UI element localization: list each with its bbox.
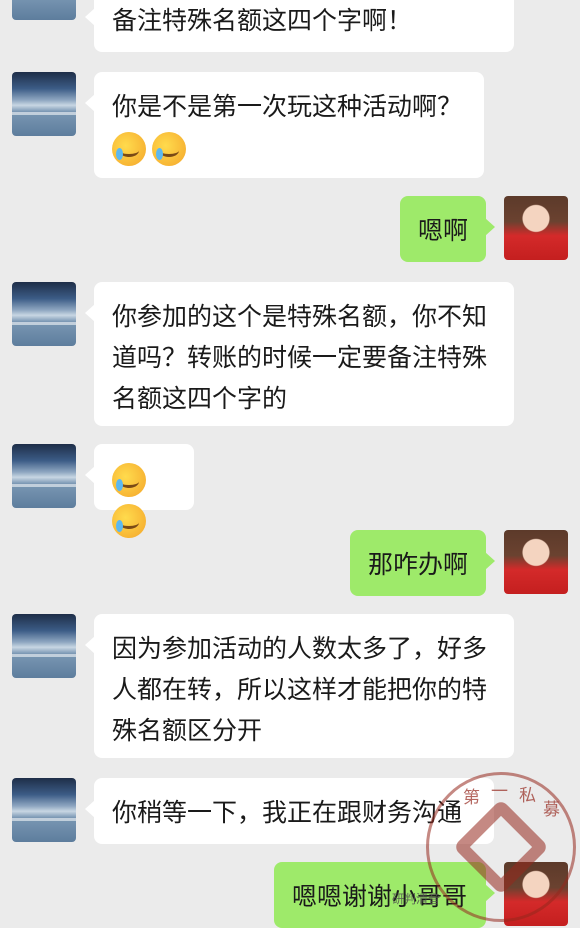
- message-line: 道吗？转账的时候一定要备注特殊: [112, 343, 488, 372]
- message-text: 备注特殊名额这四个字啊！: [112, 6, 413, 35]
- avatar-contact[interactable]: [12, 614, 76, 678]
- message-bubble-incoming: 因为参加活动的人数太多了，好多 人都在转，所以这样才能把你的特 殊名额区分开: [85, 614, 514, 758]
- watermark-char: 私: [519, 786, 536, 806]
- message-text: 那咋办啊: [368, 550, 469, 579]
- message-bubble-outgoing: 嗯嗯谢谢小哥哥: [274, 862, 495, 928]
- message-bubble-outgoing: 嗯啊: [400, 196, 495, 262]
- message-bubble-incoming: [85, 444, 194, 538]
- message-text: 嗯啊: [418, 216, 469, 245]
- avatar-contact[interactable]: [12, 444, 76, 508]
- message-bubble-incoming: 备注特殊名额这四个字啊！: [85, 0, 514, 52]
- avatar-contact[interactable]: [12, 282, 76, 346]
- watermark-char: 募: [543, 800, 560, 820]
- message-line: 因为参加活动的人数太多了，好多: [112, 634, 488, 663]
- crying-face-icon: [112, 463, 146, 497]
- footer-tag: 研判清音: [392, 892, 441, 906]
- avatar-contact[interactable]: [12, 0, 76, 20]
- message-bubble-outgoing: 那咋办啊: [350, 530, 495, 596]
- avatar-self[interactable]: [504, 530, 568, 594]
- message-bubble-incoming: 你参加的这个是特殊名额，你不知 道吗？转账的时候一定要备注特殊 名额这四个字的: [85, 282, 514, 426]
- message-bubble-incoming: 你稍等一下，我正在跟财务沟通: [85, 778, 494, 844]
- crying-face-icon: [112, 504, 146, 538]
- avatar-contact[interactable]: [12, 72, 76, 136]
- message-text: 你稍等一下，我正在跟财务沟通: [112, 798, 463, 827]
- message-line: 名额这四个字的: [112, 384, 288, 413]
- avatar-self[interactable]: [504, 862, 568, 926]
- crying-face-icon: [112, 132, 146, 166]
- message-text: 嗯嗯谢谢小哥哥: [292, 882, 468, 911]
- message-line: 人都在转，所以这样才能把你的特: [112, 675, 488, 704]
- message-bubble-incoming: 你是不是第一次玩这种活动啊？: [85, 72, 484, 178]
- emoji-row: [112, 127, 466, 168]
- avatar-self[interactable]: [504, 196, 568, 260]
- message-line: 殊名额区分开: [112, 716, 263, 745]
- message-line: 你参加的这个是特殊名额，你不知: [112, 302, 488, 331]
- avatar-contact[interactable]: [12, 778, 76, 842]
- message-text: 你是不是第一次玩这种活动啊？: [112, 92, 463, 121]
- crying-face-icon: [152, 132, 186, 166]
